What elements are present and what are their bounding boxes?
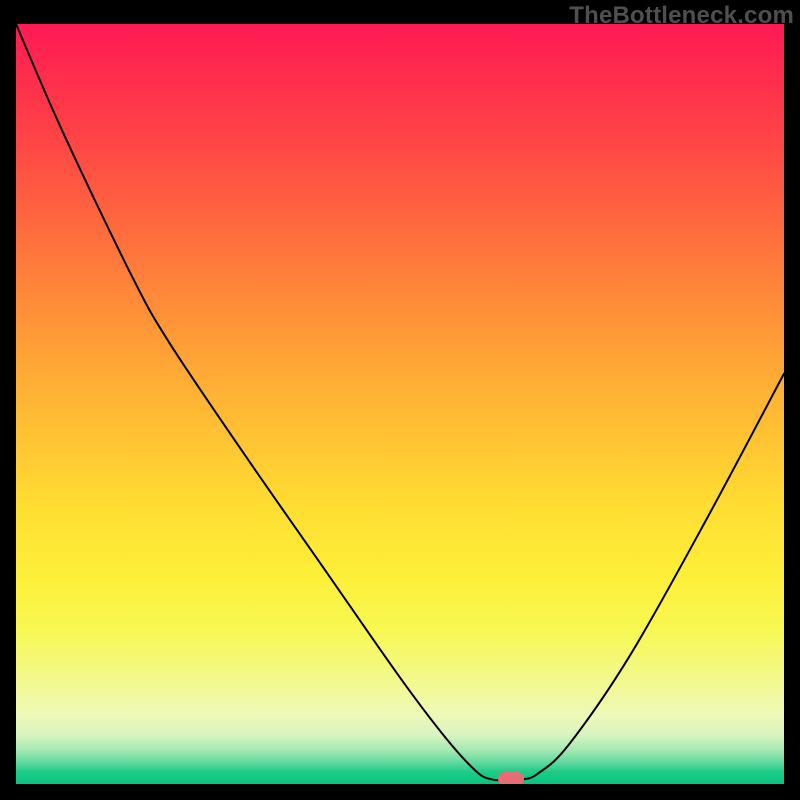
optimal-marker <box>498 772 524 784</box>
watermark-text: TheBottleneck.com <box>569 2 794 30</box>
plot-area <box>16 24 784 784</box>
chart-frame: TheBottleneck.com <box>0 0 800 800</box>
bottleneck-curve <box>16 24 784 784</box>
